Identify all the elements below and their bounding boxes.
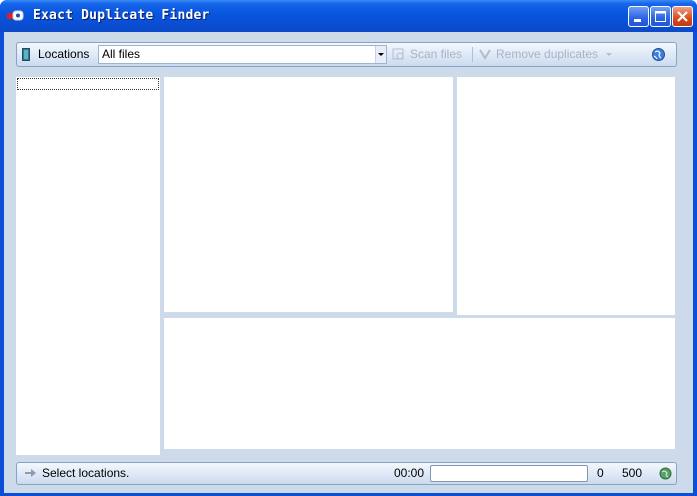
remove-duplicates-icon bbox=[479, 49, 491, 60]
app-window: Exact Duplicate Finder Locations All fil… bbox=[0, 0, 697, 496]
scan-progress-bar bbox=[430, 465, 588, 482]
details-pane[interactable] bbox=[457, 77, 675, 315]
maximize-button[interactable] bbox=[650, 6, 671, 27]
dropdown-arrow-icon bbox=[606, 53, 612, 56]
maximize-icon bbox=[655, 11, 666, 22]
minimize-icon bbox=[634, 19, 641, 22]
duplicates-pane[interactable] bbox=[164, 77, 453, 312]
toolbar: Locations All files Scan files Remove du… bbox=[16, 42, 677, 67]
app-icon bbox=[7, 10, 24, 21]
scan-icon bbox=[392, 48, 404, 60]
scan-files-button[interactable]: Scan files bbox=[392, 43, 468, 66]
close-icon bbox=[677, 11, 688, 22]
locations-pane[interactable] bbox=[16, 77, 160, 455]
elapsed-time: 00:00 bbox=[394, 466, 425, 480]
window-title: Exact Duplicate Finder bbox=[33, 8, 210, 23]
client-area: Locations All files Scan files Remove du… bbox=[4, 32, 693, 493]
close-button[interactable] bbox=[672, 6, 693, 27]
file-limit: 500 bbox=[622, 466, 643, 480]
locations-label: Locations bbox=[38, 47, 90, 61]
remove-duplicates-button[interactable]: Remove duplicates bbox=[478, 43, 618, 66]
status-message: Select locations. bbox=[42, 466, 130, 480]
file-count: 0 bbox=[597, 466, 604, 480]
file-filter-select[interactable]: All files bbox=[98, 45, 387, 64]
locations-tree-item[interactable] bbox=[17, 78, 159, 90]
status-globe-icon[interactable] bbox=[659, 467, 672, 480]
chevron-down-icon[interactable] bbox=[375, 46, 386, 63]
file-filter-value: All files bbox=[102, 47, 141, 61]
locations-button[interactable]: Locations bbox=[20, 43, 94, 66]
minimize-button[interactable] bbox=[628, 6, 649, 27]
arrow-right-icon bbox=[25, 469, 36, 477]
toolbar-separator bbox=[472, 47, 473, 62]
preview-pane[interactable] bbox=[164, 318, 675, 449]
scan-files-label: Scan files bbox=[410, 47, 463, 61]
remove-duplicates-label: Remove duplicates bbox=[496, 47, 599, 61]
status-bar: Select locations. 00:00 0 500 bbox=[16, 462, 677, 485]
web-icon[interactable] bbox=[651, 47, 666, 62]
title-bar[interactable]: Exact Duplicate Finder bbox=[0, 0, 697, 32]
locations-icon bbox=[22, 48, 30, 61]
